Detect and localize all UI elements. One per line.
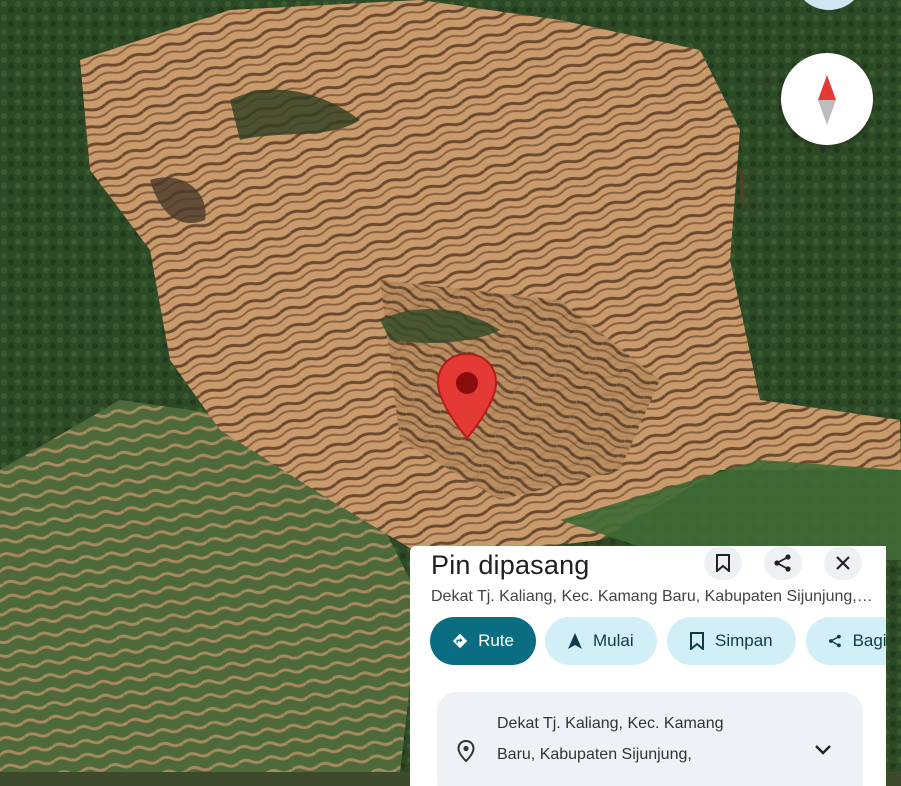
start-label: Mulai bbox=[593, 631, 634, 650]
address-line: Dekat Tj. Kaliang, Kec. Kamang bbox=[497, 715, 724, 732]
share-button[interactable]: Bagikan bbox=[806, 617, 886, 665]
compass-button[interactable] bbox=[781, 53, 873, 145]
save-button[interactable]: Simpan bbox=[667, 617, 796, 665]
start-button[interactable]: Mulai bbox=[545, 617, 657, 665]
address-text: Dekat Tj. Kaliang, Kec. Kamang Baru, Kab… bbox=[497, 708, 797, 770]
route-label: Rute bbox=[478, 631, 514, 650]
save-label: Simpan bbox=[715, 631, 773, 650]
share-icon bbox=[829, 634, 841, 648]
close-icon bbox=[836, 556, 850, 570]
route-button[interactable]: Rute bbox=[430, 617, 536, 665]
address-line: Baru, Kabupaten Sijunjung, bbox=[497, 746, 692, 763]
place-subtitle: Dekat Tj. Kaliang, Kec. Kamang Baru, Kab… bbox=[431, 588, 876, 605]
bookmark-icon bbox=[716, 554, 730, 572]
close-button[interactable] bbox=[824, 546, 862, 580]
share-label: Bagikan bbox=[852, 631, 886, 650]
directions-icon bbox=[452, 633, 468, 649]
share-header-button[interactable] bbox=[764, 546, 802, 580]
place-details-sheet: Pin dipasang Dekat Tj. Kaliang, Kec. Kam… bbox=[410, 546, 886, 786]
save-header-button[interactable] bbox=[704, 546, 742, 580]
compass-icon bbox=[818, 75, 836, 125]
dropped-pin-marker[interactable] bbox=[436, 352, 498, 440]
navigate-arrow-icon bbox=[568, 633, 582, 649]
share-icon bbox=[774, 554, 791, 572]
place-title: Pin dipasang bbox=[431, 550, 590, 580]
bookmark-icon bbox=[690, 632, 704, 650]
chevron-down-icon[interactable] bbox=[814, 744, 832, 756]
location-pin-icon bbox=[457, 740, 475, 762]
